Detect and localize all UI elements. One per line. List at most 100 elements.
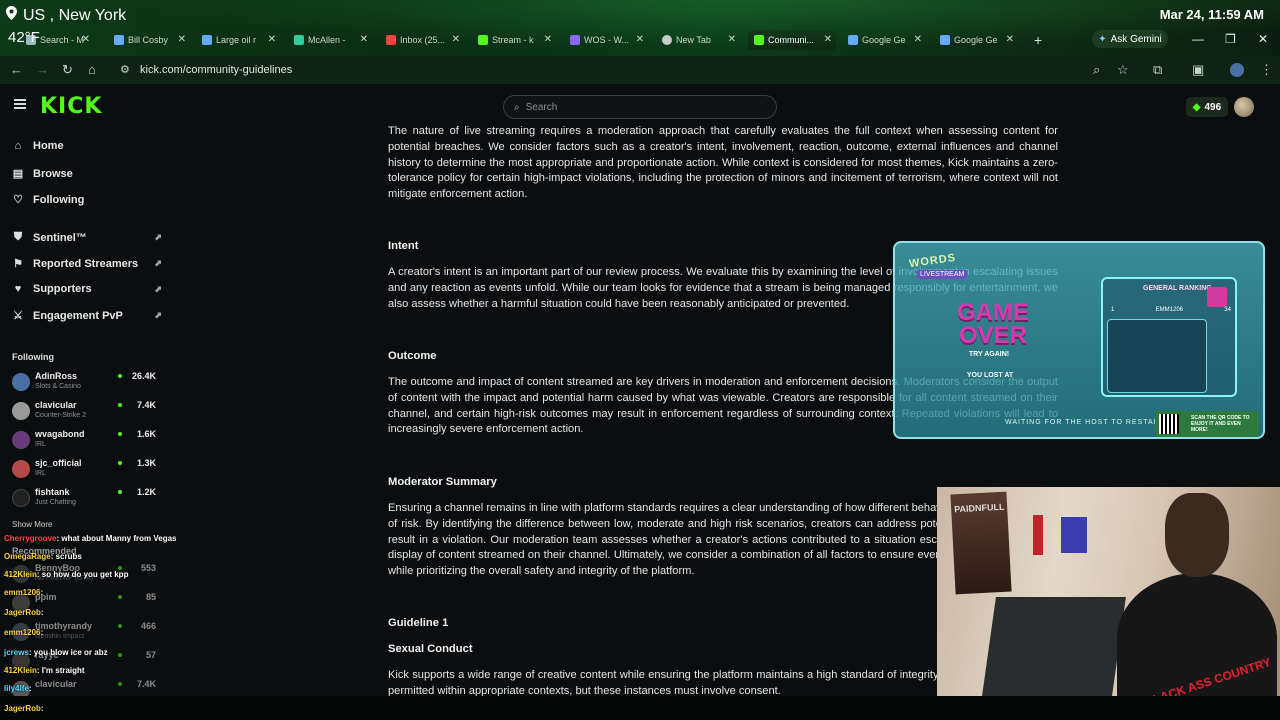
back-icon[interactable]: ← bbox=[10, 62, 23, 77]
browser-tab-active[interactable]: Communi... ✕ bbox=[748, 30, 836, 50]
flag-icon: ⚑ bbox=[13, 258, 23, 270]
browser-tab[interactable]: Bill Cosby ✕ bbox=[108, 30, 190, 50]
more-menu-icon[interactable]: ⋮ bbox=[1260, 62, 1273, 78]
browser-tab[interactable]: Large oil r ✕ bbox=[196, 30, 280, 50]
live-dot-icon bbox=[118, 461, 122, 465]
close-icon[interactable]: ✕ bbox=[82, 34, 90, 45]
intent-heading: Intent bbox=[388, 240, 419, 252]
close-icon[interactable]: ✕ bbox=[178, 34, 186, 45]
close-icon[interactable]: ✕ bbox=[360, 34, 368, 45]
channel-category: IRL bbox=[35, 441, 46, 448]
sidebar-item-home[interactable]: ⌂ Home bbox=[12, 140, 162, 152]
monitor bbox=[982, 597, 1126, 696]
profile-avatar[interactable] bbox=[1230, 63, 1244, 77]
hamburger-menu-icon[interactable] bbox=[14, 99, 26, 109]
chat-username: JagerRob bbox=[4, 608, 41, 617]
words-game-logo: WORDS bbox=[908, 251, 957, 271]
browser-tab[interactable]: McAllen - ✕ bbox=[288, 30, 372, 50]
minimize-icon[interactable]: — bbox=[1192, 32, 1204, 46]
channel-name: timothyrandy bbox=[35, 621, 93, 631]
waiting-text: WAITING FOR THE HOST TO RESTART bbox=[1005, 419, 1165, 426]
chat-username: Cherrygroove bbox=[4, 534, 57, 543]
gmail-icon bbox=[386, 35, 396, 45]
home-icon[interactable]: ⌂ bbox=[88, 62, 96, 77]
kick-icon bbox=[478, 35, 488, 45]
close-icon[interactable]: ✕ bbox=[824, 34, 832, 45]
close-icon[interactable]: ✕ bbox=[728, 34, 736, 45]
avatar bbox=[12, 460, 30, 478]
intro-paragraph: The nature of live streaming requires a … bbox=[388, 125, 1058, 201]
tab-label: Google Ge bbox=[862, 35, 906, 45]
sidebar-item-label: Engagement PvP bbox=[33, 309, 123, 322]
avatar bbox=[12, 402, 30, 420]
browser-tab[interactable]: Stream - k ✕ bbox=[472, 30, 556, 50]
new-tab-button[interactable]: + bbox=[1028, 30, 1048, 50]
viewer-count: 1.3K bbox=[136, 458, 156, 468]
sidebar-item-label: Supporters bbox=[33, 283, 92, 295]
viewer-count: 7.4K bbox=[136, 679, 156, 689]
swords-icon: ⚔ bbox=[13, 310, 23, 322]
reload-icon[interactable]: ↻ bbox=[62, 62, 73, 78]
bookmark-star-icon[interactable]: ☆ bbox=[1117, 62, 1129, 78]
close-icon[interactable]: ✕ bbox=[544, 34, 552, 45]
sidebar-item-supporters[interactable]: ♥ Supporters ⬈ bbox=[12, 283, 162, 295]
live-dot-icon bbox=[118, 374, 122, 378]
following-heading: Following bbox=[12, 352, 54, 362]
ranking-row: 1 EMM1206 34 bbox=[1111, 307, 1231, 317]
side-panel-icon[interactable]: ▣ bbox=[1192, 62, 1204, 78]
close-icon[interactable]: ✕ bbox=[914, 34, 922, 45]
browser-tab[interactable]: Google Ge ✕ bbox=[842, 30, 926, 50]
ranking-panel: GENERAL RANKING 1 EMM1206 34 bbox=[1101, 277, 1237, 397]
ask-gemini-label: Ask Gemini bbox=[1110, 33, 1162, 45]
kick-logo[interactable]: KICK bbox=[40, 94, 102, 119]
zoom-icon[interactable]: ⌕ bbox=[1093, 62, 1100, 78]
channel-name: sjc_official bbox=[35, 458, 82, 468]
chat-username: jcrews bbox=[4, 648, 29, 657]
following-channel[interactable]: wvagabond IRL 1.6K bbox=[12, 428, 158, 454]
channel-category: Counter-Strike 2 bbox=[35, 412, 86, 419]
ask-gemini-button[interactable]: ✦ Ask Gemini bbox=[1092, 30, 1168, 48]
following-channel[interactable]: clavicular Counter-Strike 2 7.4K bbox=[12, 399, 158, 425]
browser-tab[interactable]: New Tab ✕ bbox=[656, 30, 740, 50]
following-channel[interactable]: fishtank Just Chatting 1.2K bbox=[12, 486, 158, 512]
wall-poster-blue bbox=[1061, 517, 1087, 553]
user-avatar[interactable] bbox=[1234, 97, 1254, 117]
tab-label: New Tab bbox=[676, 35, 711, 45]
show-more-link[interactable]: Show More bbox=[12, 520, 52, 529]
sidebar-item-sentinel[interactable]: ⛊ Sentinel™ ⬈ bbox=[12, 231, 162, 244]
sidebar-item-following[interactable]: ♡ Following bbox=[12, 193, 162, 207]
chat-text: : bbox=[40, 588, 44, 597]
following-channel[interactable]: AdinRoss Slots & Casino 26.4K bbox=[12, 370, 158, 396]
chat-message: 412Klein: I'm straight bbox=[4, 666, 85, 675]
chat-text: : what about Manny from Vegas bbox=[56, 534, 177, 543]
maximize-icon[interactable]: ❐ bbox=[1225, 32, 1236, 46]
external-link-icon: ⬈ bbox=[154, 232, 162, 242]
bottom-bar bbox=[0, 696, 1280, 720]
channel-category: Just Chatting bbox=[35, 499, 76, 506]
browser-tab[interactable]: Inbox (25... ✕ bbox=[380, 30, 464, 50]
close-icon[interactable]: ✕ bbox=[1006, 34, 1014, 45]
tab-label: Bill Cosby bbox=[128, 35, 169, 45]
search-input[interactable]: ⌕ Search bbox=[503, 95, 777, 119]
home-icon: ⌂ bbox=[14, 140, 22, 152]
sidebar-item-reported-streamers[interactable]: ⚑ Reported Streamers ⬈ bbox=[12, 257, 162, 271]
close-icon[interactable]: ✕ bbox=[268, 34, 276, 45]
following-channel[interactable]: sjc_official IRL 1.3K bbox=[12, 457, 158, 483]
qr-banner: SCAN THE QR CODE TO ENJOY IT AND EVEN MO… bbox=[1155, 411, 1259, 437]
live-dot-icon bbox=[118, 682, 122, 686]
sidebar-item-browse[interactable]: ▤ Browse bbox=[12, 167, 162, 181]
tab-label: Communi... bbox=[768, 35, 815, 45]
browser-tab[interactable]: Google Ge ✕ bbox=[934, 30, 1018, 50]
browser-tab[interactable]: WOS - W... ✕ bbox=[564, 30, 648, 50]
chat-message: Cherrygroove: what about Manny from Vega… bbox=[4, 534, 176, 543]
close-icon[interactable]: ✕ bbox=[636, 34, 644, 45]
sidebar-item-engagement-pvp[interactable]: ⚔ Engagement PvP ⬈ bbox=[12, 309, 162, 323]
forward-icon[interactable]: → bbox=[36, 62, 49, 77]
close-window-icon[interactable]: ✕ bbox=[1258, 32, 1268, 46]
close-icon[interactable]: ✕ bbox=[452, 34, 460, 45]
channel-name: clavicular bbox=[35, 400, 77, 410]
kicks-balance-button[interactable]: ◆ 496 bbox=[1186, 97, 1228, 117]
site-info-icon[interactable]: ⚙ bbox=[120, 63, 130, 76]
url-field[interactable]: kick.com/community-guidelines bbox=[140, 64, 292, 76]
extensions-icon[interactable]: ⧉ bbox=[1153, 62, 1162, 78]
